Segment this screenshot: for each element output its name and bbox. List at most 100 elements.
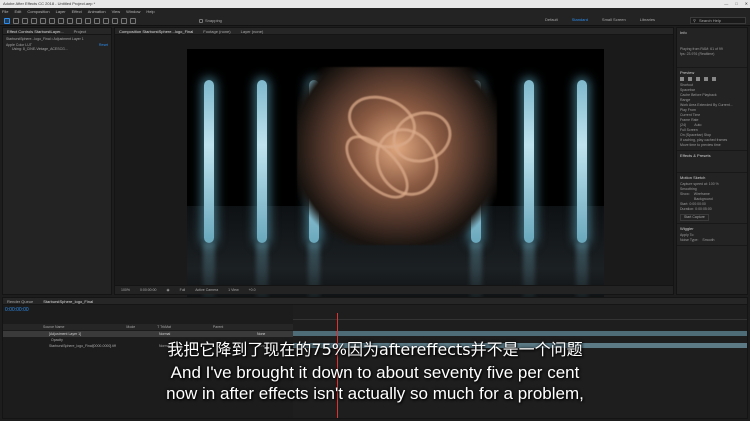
light-bar xyxy=(577,80,587,243)
menu-animation[interactable]: Animation xyxy=(88,8,106,16)
menu-edit[interactable]: Edit xyxy=(14,8,21,16)
last-frame-icon[interactable] xyxy=(712,77,716,81)
workspace-default[interactable]: Default xyxy=(545,17,558,22)
camera-dropdown[interactable]: Active Camera xyxy=(195,288,218,292)
brush-tool-icon[interactable] xyxy=(94,17,100,24)
effect-controls-tabs: Effect Controls StarburstLayer... Projec… xyxy=(3,28,111,35)
type-tool-icon[interactable] xyxy=(85,17,91,24)
current-time[interactable]: 0:00:00:00 xyxy=(140,288,157,292)
layer-columns-header: Source Name Mode T TrkMat Parent xyxy=(3,324,293,330)
composition-panel: Composition StarburstSphere...logo_Final… xyxy=(114,27,674,311)
right-panel: Info Playing from RAM: 61 of 99 fps: 23.… xyxy=(676,27,748,295)
menu-effect[interactable]: Effect xyxy=(72,8,82,16)
duration-time: Duration: 0:00:05:00 xyxy=(680,207,712,211)
column-parent[interactable]: Parent xyxy=(213,324,223,330)
pan-behind-tool-icon[interactable] xyxy=(58,17,64,24)
eraser-tool-icon[interactable] xyxy=(112,17,118,24)
workspace-libraries[interactable]: Libraries xyxy=(640,17,655,22)
selection-tool-icon[interactable] xyxy=(13,17,19,24)
column-trkmat[interactable]: T TrkMat xyxy=(157,324,171,330)
workspace-standard[interactable]: Standard xyxy=(572,17,588,22)
lut-path: Using: 8_CINE-Vintage_ACESCG... xyxy=(12,47,68,51)
home-tool-icon[interactable] xyxy=(4,17,10,24)
effect-controls-panel: Effect Controls StarburstLayer... Projec… xyxy=(2,27,112,295)
workspace-small-screen[interactable]: Small Screen xyxy=(602,17,626,22)
window-title: Adobe After Effects CC 2018 - Untitled P… xyxy=(3,1,96,6)
subtitles: 我把它降到了现在的75%因为aftereffects并不是一个问题 And I'… xyxy=(0,338,750,404)
zoom-tool-icon[interactable] xyxy=(31,17,37,24)
menu-help[interactable]: Help xyxy=(146,8,154,16)
reset-link[interactable]: Reset xyxy=(99,43,108,47)
light-bar xyxy=(524,80,534,243)
close-icon[interactable]: ✕ xyxy=(745,0,748,8)
snapping-checkbox[interactable] xyxy=(199,18,203,23)
play-icon[interactable] xyxy=(696,77,700,81)
time-ruler[interactable] xyxy=(293,312,747,320)
window-controls: — □ ✕ xyxy=(724,0,748,8)
camera-tool-icon[interactable] xyxy=(49,17,55,24)
menu-file[interactable]: File xyxy=(2,8,8,16)
tab-effect-controls[interactable]: Effect Controls StarburstLayer... xyxy=(7,28,64,34)
tab-footage[interactable]: Footage (none) xyxy=(203,28,230,34)
stamp-tool-icon[interactable] xyxy=(103,17,109,24)
timeline-tabs: Render Queue StarburstSphere_logo_Final xyxy=(3,298,747,305)
layer-bar[interactable] xyxy=(293,331,747,336)
hand-tool-icon[interactable] xyxy=(22,17,28,24)
menu-view[interactable]: View xyxy=(112,8,121,16)
search-help-input[interactable]: ⚲ Search Help xyxy=(690,17,746,24)
exposure-value[interactable]: +0.0 xyxy=(249,288,256,292)
effect-controls-header: StarburstSphere...logo_Final • Adjustmen… xyxy=(6,37,84,41)
playback-controls xyxy=(680,77,744,81)
pen-tool-icon[interactable] xyxy=(76,17,82,24)
wiggler-panel: Wiggler Apply To: Noise Type: Smooth xyxy=(677,224,747,246)
layer-name: [Adjustment Layer 1] xyxy=(49,332,82,336)
tab-layer[interactable]: Layer (none) xyxy=(241,28,264,34)
menu-window[interactable]: Window xyxy=(126,8,140,16)
composition-tabs: Composition StarburstSphere...logo_Final… xyxy=(115,28,673,35)
effects-presets-panel: Effects & Presets xyxy=(677,151,747,173)
minimize-icon[interactable]: — xyxy=(724,0,728,8)
mask-tool-icon[interactable] xyxy=(67,17,73,24)
motion-sketch-panel: Motion Sketch Capture speed at: 100 % Sm… xyxy=(677,173,747,224)
info-line: fps: 23.976 (Realtime) xyxy=(680,52,715,56)
first-frame-icon[interactable] xyxy=(680,77,684,81)
rotate-tool-icon[interactable] xyxy=(40,17,46,24)
composition-viewer[interactable] xyxy=(187,49,604,311)
info-title: Info xyxy=(680,30,687,35)
menu-layer[interactable]: Layer xyxy=(56,8,66,16)
menu-bar: File Edit Composition Layer Effect Anima… xyxy=(0,8,750,16)
puppet-tool-icon[interactable] xyxy=(130,17,136,24)
next-frame-icon[interactable] xyxy=(704,77,708,81)
zoom-dropdown[interactable]: 100% xyxy=(121,288,130,292)
resolution-dropdown[interactable]: Full xyxy=(180,288,186,292)
tab-composition[interactable]: Composition StarburstSphere...logo_Final xyxy=(119,28,193,34)
timeline-timecode[interactable]: 0:00:00:00 xyxy=(5,307,29,313)
workspace-tabs: Default Standard Small Screen Libraries xyxy=(545,17,655,22)
info-panel: Info Playing from RAM: 61 of 99 fps: 23.… xyxy=(677,28,747,68)
light-bar xyxy=(204,80,214,243)
tab-project[interactable]: Project xyxy=(74,28,86,34)
views-dropdown[interactable]: 1 View xyxy=(228,288,238,292)
motion-sketch-title: Motion Sketch xyxy=(680,175,706,180)
tab-timeline-comp[interactable]: StarburstSphere_logo_Final xyxy=(43,298,93,304)
show-label: Show: xyxy=(680,192,690,196)
column-source-name[interactable]: Source Name xyxy=(43,324,64,330)
preview-panel: Preview Shortcut Spacebar Cache Before P… xyxy=(677,68,747,151)
noise-type-dropdown[interactable]: Smooth xyxy=(702,238,714,243)
tab-render-queue[interactable]: Render Queue xyxy=(7,298,33,304)
column-mode[interactable]: Mode xyxy=(126,324,135,330)
subtitle-english-line2: now in after effects isn't actually so m… xyxy=(166,384,584,403)
menu-composition[interactable]: Composition xyxy=(27,8,49,16)
subtitle-english-line1: And I've brought it down to about sevent… xyxy=(170,363,580,382)
roto-tool-icon[interactable] xyxy=(121,17,127,24)
maximize-icon[interactable]: □ xyxy=(735,0,737,8)
prev-frame-icon[interactable] xyxy=(688,77,692,81)
light-bar xyxy=(257,80,267,243)
start-capture-button[interactable]: Start Capture xyxy=(680,214,709,221)
camera-icon[interactable]: ◉ xyxy=(167,288,170,292)
effects-title[interactable]: Effects & Presets xyxy=(680,153,744,158)
search-placeholder: Search Help xyxy=(699,18,722,23)
move-time-checkbox[interactable]: Move time to preview time xyxy=(680,143,744,148)
search-icon: ⚲ xyxy=(693,18,696,23)
title-bar: Adobe After Effects CC 2018 - Untitled P… xyxy=(0,0,750,8)
